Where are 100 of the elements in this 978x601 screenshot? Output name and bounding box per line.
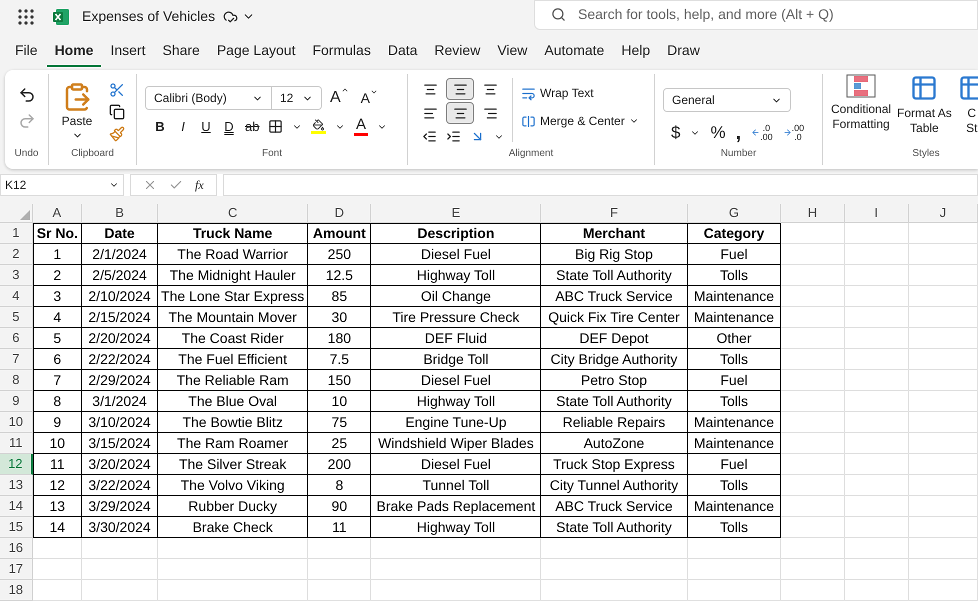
ribbon-tab[interactable]: Insert [102,36,154,66]
number-format-dropdown[interactable]: General [663,88,791,112]
column-header[interactable]: G [688,204,782,223]
comma-style-button[interactable]: , [736,124,742,141]
row-header[interactable]: 6 [0,328,33,349]
ribbon-tab[interactable]: Review [426,36,488,66]
wrap-text-button[interactable]: Wrap Text [521,84,639,102]
column-header[interactable]: H [781,204,845,223]
table-cell: Maintenance [688,433,782,454]
styles-button[interactable]: Conditional Formatting [831,74,892,146]
row-header[interactable]: 5 [0,307,33,328]
column-header[interactable]: B [82,204,158,223]
table-cell: 8 [32,391,82,412]
row-header[interactable]: 2 [0,244,33,265]
font-size-dropdown[interactable]: 12 [272,86,322,110]
row-header[interactable]: 1 [0,223,33,244]
table-cell [908,328,978,349]
table-cell: 200 [308,454,372,475]
undo-icon[interactable] [18,86,36,104]
document-title[interactable]: Expenses of Vehicles [82,6,216,27]
column-header[interactable]: C [158,204,308,223]
styles-button[interactable]: C St [958,74,978,146]
column-header[interactable]: F [541,204,688,223]
row-header[interactable]: 14 [0,496,33,517]
formula-input[interactable] [222,174,978,196]
table-cell [308,580,372,601]
increase-decimal-button[interactable]: .0 .00 [751,124,773,142]
row-header[interactable]: 18 [0,580,33,601]
row-header[interactable]: 9 [0,391,33,412]
table-cell [32,538,82,559]
group-label: Font [260,147,283,161]
column-header[interactable]: E [371,204,542,223]
fill-color-icon[interactable] [311,119,326,134]
borders-icon[interactable] [268,119,283,134]
search-input[interactable]: Search for tools, help, and more (Alt + Q) [578,4,961,25]
format-painter-icon[interactable] [109,126,125,142]
copy-icon[interactable] [109,104,125,120]
row-header[interactable]: 17 [0,559,33,580]
font-name-dropdown[interactable]: Calibri (Body) [145,86,272,110]
ribbon-tab[interactable]: Share [154,36,208,66]
name-box[interactable]: K12 [0,174,124,196]
font-style-button[interactable]: U [199,117,213,136]
search-field[interactable]: Search for tools, help, and more (Alt + Q) [534,0,978,30]
column-header[interactable]: I [844,204,909,223]
row-header[interactable]: 8 [0,370,33,391]
font-style-button[interactable]: I [176,117,190,136]
row-header[interactable]: 10 [0,412,33,433]
column-header[interactable]: D [308,204,372,223]
row-header[interactable]: 15 [0,517,33,538]
table-cell [781,286,845,307]
font-style-button[interactable]: D [222,117,236,136]
table-cell [844,328,909,349]
ribbon-tab[interactable]: File [7,36,46,66]
ribbon-tab[interactable]: Automate [536,36,612,66]
table-cell: 14 [32,517,82,538]
table-cell: The Fuel Efficient [158,349,308,370]
horizontal-align-button[interactable] [446,102,474,124]
styles-button[interactable]: Format As Table [897,74,952,146]
table-cell [844,433,909,454]
font-style-button[interactable]: ab [245,117,259,136]
ribbon-tab[interactable]: Home [46,36,102,66]
cancel-icon[interactable] [143,178,157,192]
row-header[interactable]: 3 [0,265,33,286]
ribbon-tab[interactable]: Page Layout [208,36,304,66]
decrease-indent-icon[interactable] [422,129,437,144]
chevron-up-icon [340,86,349,94]
table-cell [908,496,978,517]
row-header[interactable]: 11 [0,433,33,454]
cut-icon[interactable] [109,82,125,98]
table-cell: 3/10/2024 [82,412,158,433]
table-cell: Tolls [688,475,782,496]
app-launcher-icon[interactable] [17,8,35,26]
row-header[interactable]: 16 [0,538,33,559]
ribbon-tab[interactable]: Help [613,36,658,66]
font-color-button[interactable]: A [354,117,368,136]
row-header[interactable]: 4 [0,286,33,307]
table-cell: The Bowtie Blitz [158,412,308,433]
vertical-align-button[interactable] [446,78,474,100]
percent-button[interactable]: % [710,120,726,146]
table-cell [781,475,845,496]
currency-button[interactable]: $ [671,120,680,146]
ribbon-tab[interactable]: Formulas [304,36,379,66]
increase-font-size-button[interactable]: A [330,86,349,110]
insert-function-button[interactable]: fx [195,176,204,194]
ribbon-tab[interactable]: Data [380,36,426,66]
row-header[interactable]: 13 [0,475,33,496]
decrease-font-size-button[interactable]: A [360,88,378,108]
ribbon-tab[interactable]: Draw [659,36,708,66]
paste-button[interactable]: Paste [57,78,97,141]
table-cell: 9 [32,412,82,433]
merge-center-button[interactable]: Merge & Center [521,112,639,130]
decrease-decimal-button[interactable]: .00 .0 [782,124,804,142]
column-header[interactable]: A [32,204,82,223]
row-header[interactable]: 12 [0,454,33,475]
ribbon-tab[interactable]: View [489,36,536,66]
column-header[interactable]: J [908,204,978,223]
increase-indent-icon[interactable] [446,129,461,144]
font-style-button[interactable]: B [153,117,167,136]
arrow-left-icon [751,128,760,138]
row-header[interactable]: 7 [0,349,33,370]
